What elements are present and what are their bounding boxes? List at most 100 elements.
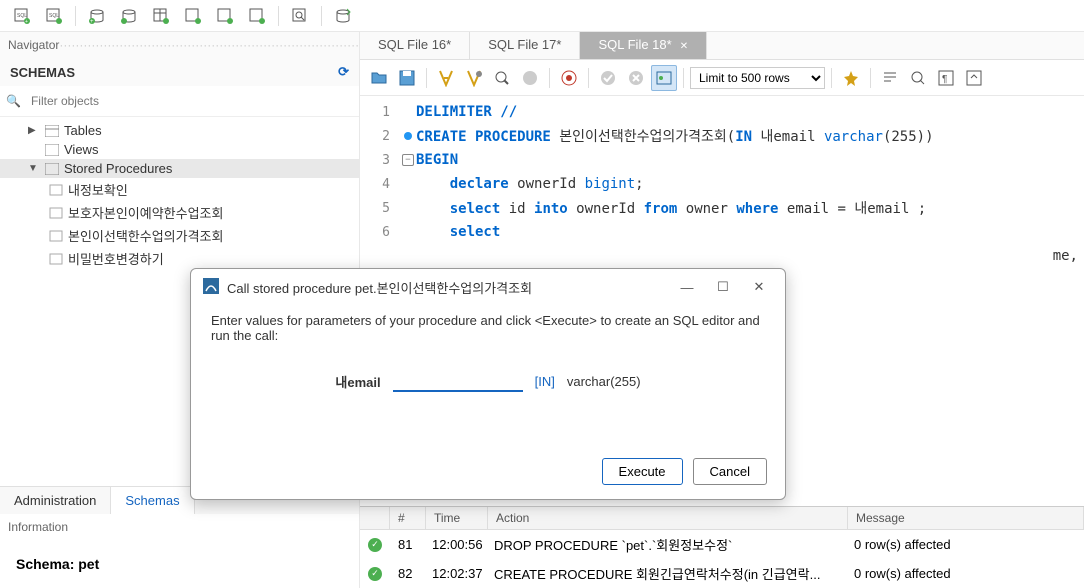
code-token: IN (735, 129, 752, 145)
tree-views-label: Views (64, 142, 98, 157)
file-tab-active[interactable]: SQL File 18* ✕ (580, 32, 707, 59)
limit-select[interactable]: Limit to 500 rows (690, 67, 825, 89)
sp-icon (48, 252, 64, 266)
file-tab-label: SQL File 17* (488, 37, 561, 52)
col-msg: Message (848, 507, 1084, 529)
rowaction: CREATE PROCEDURE 회원긴급연락처수정(in 긴급연락... (486, 562, 846, 585)
svg-text:+: + (90, 19, 94, 25)
add-schema-icon[interactable]: + (83, 4, 111, 28)
rownum: 82 (390, 564, 424, 583)
code-token: (255)) (883, 129, 934, 145)
code-token: bigint (585, 176, 636, 192)
svg-text:¶: ¶ (942, 74, 947, 85)
sp-item[interactable]: 비밀번호변경하기 (0, 247, 359, 270)
file-tab[interactable]: SQL File 17* (470, 32, 580, 59)
call-procedure-dialog: Call stored procedure pet.본인이선택한수업의가격조회 … (190, 268, 786, 500)
schemas-label: SCHEMAS (10, 65, 75, 80)
search-icon[interactable] (286, 4, 314, 28)
rollback-icon[interactable] (623, 65, 649, 91)
param-input[interactable] (393, 371, 523, 392)
find2-icon[interactable] (905, 65, 931, 91)
file-tab-label: SQL File 18* (598, 37, 671, 52)
sp-icon (48, 229, 64, 243)
file-tabs: SQL File 16* SQL File 17* SQL File 18* ✕ (360, 32, 1084, 60)
tree-tables[interactable]: ▶ Tables (0, 121, 359, 140)
output-row[interactable]: ✓ 82 12:02:37 CREATE PROCEDURE 회원긴급연락처수정… (360, 559, 1084, 588)
sp-item[interactable]: 보호자본인이예약한수업조회 (0, 201, 359, 224)
autocommit-icon[interactable] (651, 65, 677, 91)
param-direction: [IN] (535, 374, 555, 389)
schema-value: pet (78, 556, 99, 572)
cancel-button[interactable]: Cancel (693, 458, 767, 485)
add-db-icon[interactable] (115, 4, 143, 28)
code-token: ownerId (576, 201, 643, 217)
wrap-icon[interactable]: ¶ (933, 65, 959, 91)
file-tab-label: SQL File 16* (378, 37, 451, 52)
code-token: into (534, 201, 576, 217)
execute-button[interactable]: Execute (602, 458, 683, 485)
save-icon[interactable] (394, 65, 420, 91)
filter-input[interactable] (27, 90, 353, 112)
reconnect-icon[interactable] (329, 4, 357, 28)
main-toolbar: SQL+ SQL + (0, 0, 1084, 32)
rowmsg: 0 row(s) affected (846, 564, 959, 583)
code-token: ; (635, 176, 643, 192)
minimize-icon[interactable]: — (673, 277, 701, 297)
dialog-instruction: Enter values for parameters of your proc… (211, 313, 765, 343)
sp-item[interactable]: 본인이선택한수업의가격조회 (0, 224, 359, 247)
sp-item[interactable]: 내정보확인 (0, 178, 359, 201)
code-token: CREATE PROCEDURE (416, 129, 559, 145)
sp-icon (48, 206, 64, 220)
table-icon (44, 124, 60, 138)
add-func-icon[interactable] (243, 4, 271, 28)
open-icon[interactable] (366, 65, 392, 91)
close-icon[interactable]: ✕ (680, 41, 688, 52)
commit-icon[interactable] (556, 65, 582, 91)
tree-sp-label: Stored Procedures (64, 161, 172, 176)
ok-icon: ✓ (368, 538, 382, 552)
sp-label: 보호자본인이예약한수업조회 (68, 203, 223, 222)
maximize-icon[interactable]: ☐ (709, 277, 737, 297)
stop-icon[interactable] (517, 65, 543, 91)
param-row: 내email [IN] varchar(255) (211, 371, 765, 392)
add-view-icon[interactable] (179, 4, 207, 28)
explain-icon[interactable] (489, 65, 515, 91)
information-header: Information (0, 514, 359, 540)
rowtime: 12:00:56 (424, 535, 486, 554)
code-token: BEGIN (416, 152, 458, 168)
add-proc-icon[interactable] (211, 4, 239, 28)
col-action: Action (488, 507, 848, 529)
schema-label: Schema: (16, 556, 78, 572)
new-sql-icon[interactable]: SQL+ (8, 4, 36, 28)
information-body: Schema: pet (0, 540, 359, 588)
new-sql2-icon[interactable]: SQL (40, 4, 68, 28)
tab-administration[interactable]: Administration (0, 487, 111, 514)
execute-icon[interactable] (433, 65, 459, 91)
output-header: # Time Action Message (360, 507, 1084, 530)
rowtime: 12:02:37 (424, 564, 486, 583)
beautify-icon[interactable] (838, 65, 864, 91)
file-tab[interactable]: SQL File 16* (360, 32, 470, 59)
close-icon[interactable]: ✕ (745, 277, 773, 297)
output-row[interactable]: ✓ 81 12:00:56 DROP PROCEDURE `pet`.`회원정보… (360, 530, 1084, 559)
execute-step-icon[interactable] (461, 65, 487, 91)
code-token: declare (416, 176, 517, 192)
fold-icon[interactable]: − (402, 154, 414, 166)
sp-icon (48, 183, 64, 197)
breakpoint-icon[interactable] (404, 132, 412, 140)
tab-schemas[interactable]: Schemas (111, 487, 194, 514)
code-token: id (509, 201, 534, 217)
svg-text:SQL: SQL (49, 13, 59, 19)
tree-stored-procedures[interactable]: ▼ Stored Procedures (0, 159, 359, 178)
find-icon[interactable] (877, 65, 903, 91)
output-panel: # Time Action Message ✓ 81 12:00:56 DROP… (360, 506, 1084, 588)
code-token: from (644, 201, 686, 217)
filter-objects: 🔍 (0, 86, 359, 117)
add-table-icon[interactable] (147, 4, 175, 28)
refresh-icon[interactable]: ⟳ (338, 64, 349, 80)
tree-views[interactable]: Views (0, 140, 359, 159)
snippets-icon[interactable] (961, 65, 987, 91)
schemas-header: SCHEMAS ⟳ (0, 58, 359, 86)
commit2-icon[interactable] (595, 65, 621, 91)
dialog-title: Call stored procedure pet.본인이선택한수업의가격조회 (227, 278, 532, 297)
